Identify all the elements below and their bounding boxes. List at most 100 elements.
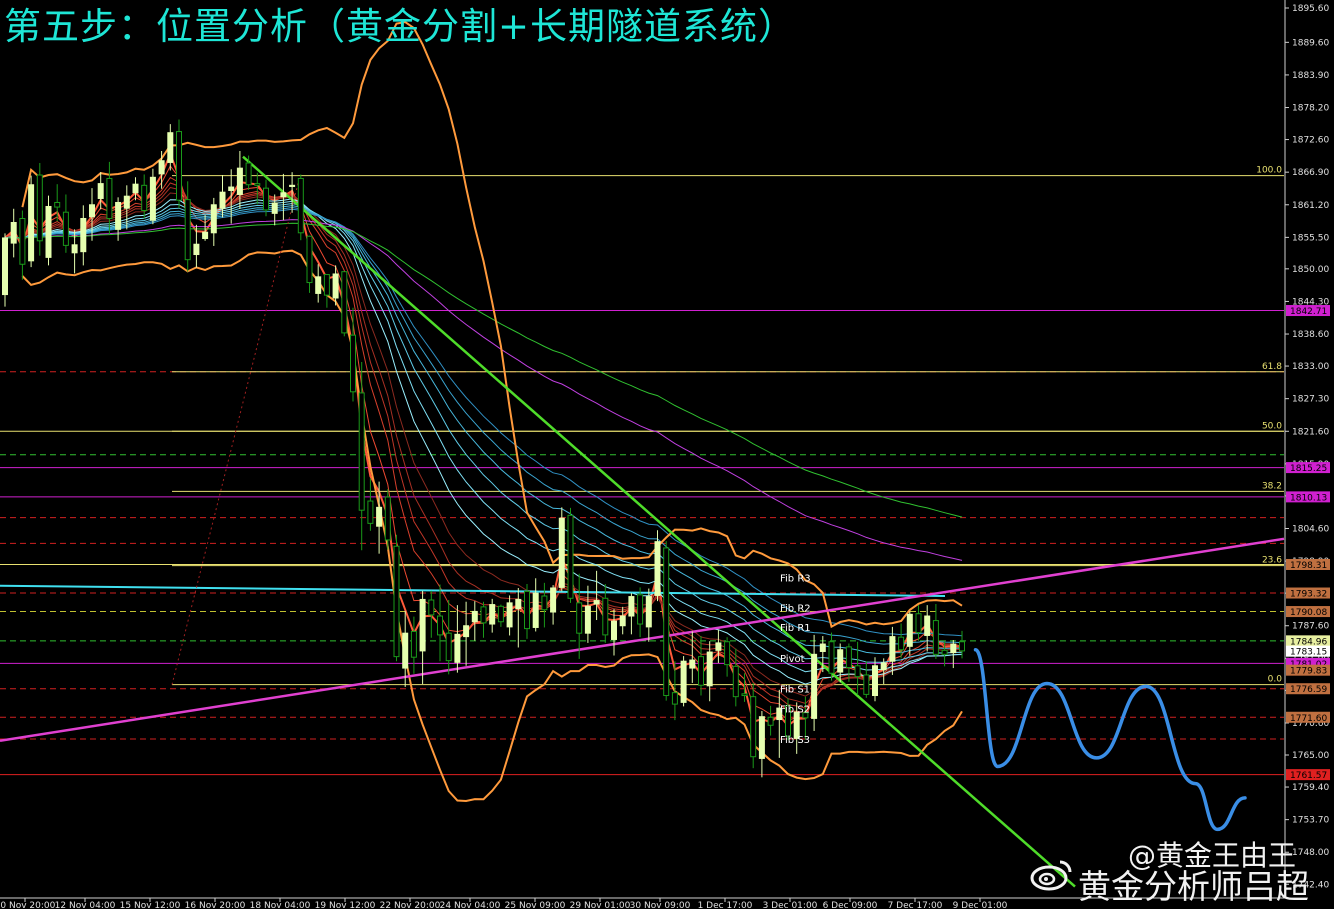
candle-body — [811, 653, 818, 719]
candle-body — [210, 204, 217, 234]
candle-body — [611, 620, 617, 640]
candle-body — [263, 187, 269, 211]
time-tick-label: 29 Nov 01:00 — [570, 901, 631, 909]
candle-body — [158, 160, 165, 175]
price-tag-label: 1783.15 — [1290, 648, 1327, 658]
candle-body — [828, 641, 835, 674]
price-tick-label: 1804.60 — [1292, 525, 1329, 535]
candle-body — [480, 606, 487, 624]
candle-body — [297, 177, 304, 234]
time-tick-label: 6 Dec 09:00 — [823, 901, 878, 909]
price-tick-label: 1878.20 — [1292, 104, 1329, 114]
price-tag-label: 1842.71 — [1290, 307, 1327, 317]
price-tick-label: 1883.90 — [1292, 71, 1329, 81]
candle-body — [906, 613, 913, 647]
candle-body — [419, 598, 426, 652]
candle-body — [228, 186, 235, 191]
time-tick-label: 9 Dec 01:00 — [953, 901, 1008, 909]
price-tick-label: 1821.60 — [1292, 427, 1329, 437]
candle-body — [576, 602, 583, 634]
price-tick-label: 1838.60 — [1292, 330, 1329, 340]
price-tag-label: 1771.60 — [1290, 714, 1327, 724]
time-tick-label: 18 Nov 04:00 — [250, 901, 311, 909]
candle-body — [837, 649, 844, 673]
fib-level-label: 61.8 — [1262, 362, 1282, 372]
candle-body — [506, 602, 513, 628]
candle-body — [497, 605, 504, 623]
price-tag-label: 1798.31 — [1290, 561, 1327, 571]
candle-body — [36, 174, 43, 242]
candle-body — [924, 615, 931, 636]
time-tick-label: 15 Nov 12:00 — [120, 901, 181, 909]
time-tick-label: 24 Nov 04:00 — [440, 901, 501, 909]
candle-body — [515, 598, 522, 610]
candle-body — [10, 221, 17, 244]
candle-body — [959, 641, 965, 652]
candle-body — [698, 656, 704, 686]
candle-body — [393, 545, 400, 658]
candle-body — [167, 132, 174, 163]
long-ema-line — [4, 206, 963, 645]
fib-anchor-line — [171, 175, 301, 685]
candle-body — [558, 517, 565, 588]
candle-body — [567, 514, 574, 599]
time-tick-label: 16 Nov 20:00 — [185, 901, 246, 909]
candle-body — [176, 131, 182, 201]
pivot-label: Fib R3 — [780, 574, 811, 585]
fib-level-label: 50.0 — [1262, 421, 1282, 431]
price-chart[interactable]: 100.0 61.8 50.0 38.2 23.6 0.0 Fib R3 Fib R2 Fib… — [0, 0, 1334, 909]
time-tick-label: 10 Nov 20:00 — [0, 901, 56, 909]
bollinger-upper-band — [21, 20, 963, 629]
candle-body — [149, 176, 156, 221]
candle-body — [280, 192, 287, 198]
forecast-path — [973, 648, 1247, 832]
price-tick-label: 1861.20 — [1292, 201, 1329, 211]
candle-body — [62, 211, 69, 246]
candle-body — [524, 590, 530, 630]
candle-body — [471, 610, 478, 623]
time-tick-label: 3 Dec 01:00 — [763, 901, 818, 909]
price-tag-label: 1793.32 — [1290, 590, 1327, 600]
pivot-label: Fib R2 — [780, 603, 811, 614]
candle-body — [45, 205, 52, 258]
weibo-icon — [1030, 860, 1072, 891]
candle-body — [289, 184, 296, 187]
fib-level-label: 38.2 — [1262, 481, 1282, 491]
candle-body — [141, 184, 148, 211]
magenta-uptrend-line — [0, 537, 1285, 742]
price-tag-label: 1815.25 — [1290, 464, 1327, 474]
long-ema-line — [4, 208, 963, 637]
candle-body — [193, 243, 200, 256]
watermark-name: 黄金分析师吕超 — [1078, 867, 1309, 906]
candle-body — [341, 271, 348, 334]
candle-body — [123, 195, 130, 209]
candle-body — [767, 716, 774, 726]
candle-body — [854, 665, 861, 678]
fib-level-label: 23.6 — [1262, 556, 1282, 566]
short-ema-line — [4, 151, 963, 727]
horizontal-lines-layer — [0, 310, 1284, 776]
candle-body — [80, 217, 87, 253]
tunnel-cyan-line — [0, 584, 946, 597]
time-tick-label: 25 Nov 09:00 — [505, 901, 566, 909]
candle-body — [758, 716, 765, 759]
candle-body — [376, 506, 383, 527]
candle-body — [323, 274, 330, 296]
candle-body — [941, 649, 948, 655]
candle-body — [71, 244, 78, 254]
candle-body — [863, 674, 870, 695]
price-tick-label: 1833.00 — [1292, 362, 1329, 372]
price-tick-label: 1889.60 — [1292, 38, 1329, 48]
pivot-label: Fib S2 — [780, 705, 810, 716]
candle-body — [54, 201, 61, 208]
candle-body — [550, 587, 557, 613]
candle-body — [889, 636, 896, 662]
candle-body — [724, 641, 731, 666]
candle-body — [741, 693, 748, 697]
candle-body — [628, 596, 635, 617]
price-tag-label: 1810.13 — [1290, 493, 1327, 503]
candle-body — [732, 665, 739, 698]
candle-body — [463, 625, 470, 638]
candle-body — [671, 692, 678, 705]
candle-body — [584, 605, 591, 634]
